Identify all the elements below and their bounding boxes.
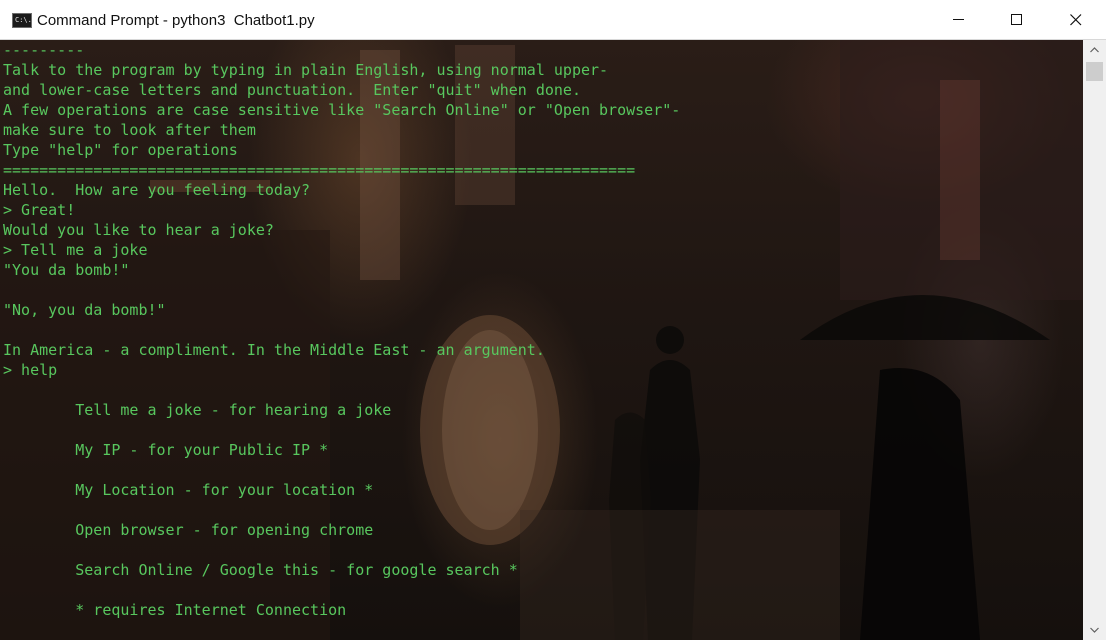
console-line: > Great! [3,201,76,219]
console-line: and lower-case letters and punctuation. … [3,81,581,99]
vertical-scrollbar[interactable] [1083,40,1106,640]
console-line: * requires Internet Connection [3,601,347,619]
minimize-icon [953,19,964,20]
console-line: ========================================… [3,161,636,179]
console-line: A few operations are case sensitive like… [3,101,681,119]
window-title: Command Prompt - python3 Chatbot1.py [37,12,315,29]
scrollbar-thumb[interactable] [1086,62,1103,81]
console-line: Tell me a joke - for hearing a joke [3,401,392,419]
command-prompt-icon[interactable]: C:\. [12,13,32,28]
minimize-button[interactable] [930,0,988,40]
maximize-button[interactable] [988,0,1046,40]
console-line: "No, you da bomb!" [3,301,166,319]
console-line: Would you like to hear a joke? [3,221,274,239]
scroll-down-button[interactable] [1083,620,1106,640]
console-line: > Tell me a joke [3,241,148,259]
close-icon [1070,14,1082,26]
console-line: My Location - for your location * [3,481,374,499]
console-line: > help [3,361,58,379]
title-bar[interactable]: C:\. Command Prompt - python3 Chatbot1.p… [0,0,1106,40]
chevron-up-icon [1090,47,1099,53]
maximize-icon [1011,14,1022,25]
console-line: My IP - for your Public IP * [3,441,329,459]
console-line: "You da bomb!" [3,261,130,279]
console-line: Open browser - for opening chrome [3,521,374,539]
console-line: Talk to the program by typing in plain E… [3,61,609,79]
console-line: make sure to look after them [3,121,256,139]
console-line: Type "help" for operations [3,141,238,159]
chevron-down-icon [1090,627,1099,633]
console-line: --------- [3,41,85,59]
scroll-up-button[interactable] [1083,40,1106,60]
console-line: Hello. How are you feeling today? [3,181,311,199]
console-output[interactable]: --------- Talk to the program by typing i… [0,40,1083,640]
console-line: In America - a compliment. In the Middle… [3,341,545,359]
console-line: Search Online / Google this - for google… [3,561,518,579]
console-text: --------- Talk to the program by typing i… [3,40,680,640]
close-button[interactable] [1046,0,1106,40]
